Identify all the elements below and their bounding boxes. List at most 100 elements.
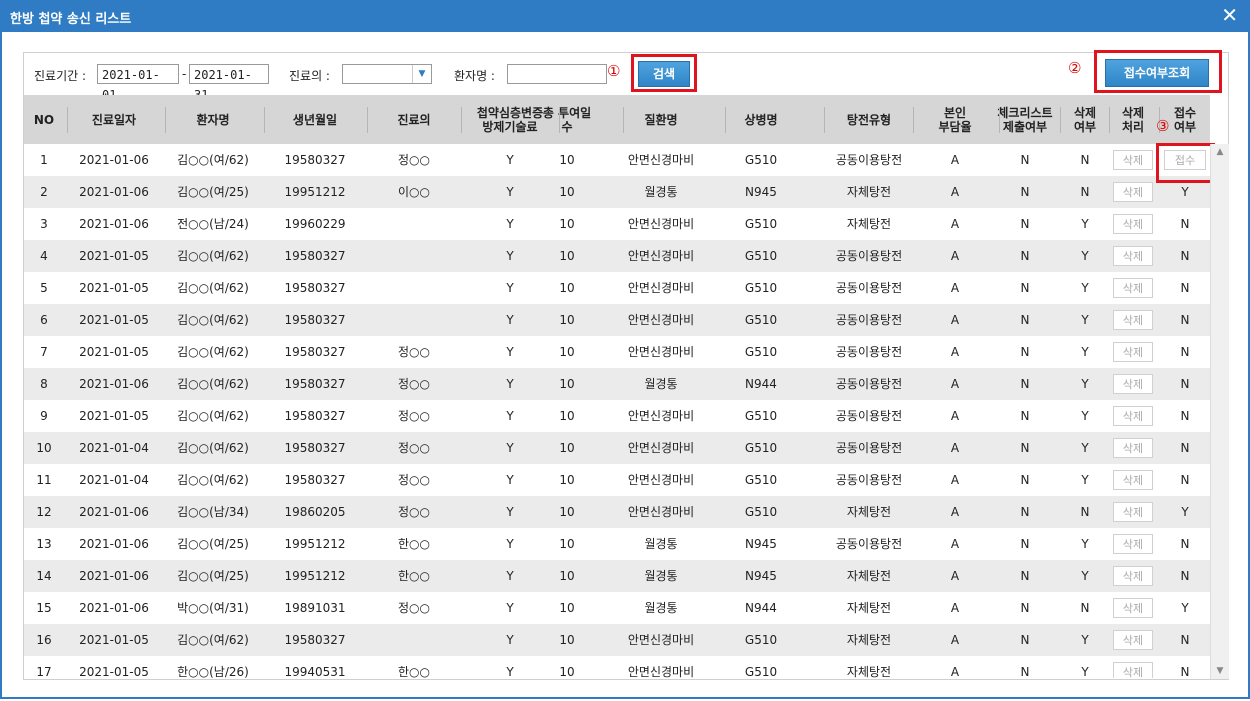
delete-button[interactable]: 삭제 [1113, 406, 1153, 426]
table-row[interactable]: 17 2021-01-05 한○○(남/26) 19940531 한○○ Y 10 안면신경마… [24, 656, 1210, 678]
table-row[interactable]: 16 2021-01-05 김○○(여/62) 19580327 Y 10 안면신경마비 G5… [24, 624, 1210, 656]
delete-button[interactable]: 삭제 [1113, 470, 1153, 490]
cell-check: N [1020, 601, 1030, 615]
cell-code: G510 [744, 313, 778, 327]
cell-name: 김○○(여/25) [177, 569, 249, 583]
delete-button[interactable]: 삭제 [1113, 374, 1153, 394]
cell-check: N [1020, 409, 1030, 423]
table-row[interactable]: 7 2021-01-05 김○○(여/62) 19580327 정○○ Y 10 안면신경마비… [24, 336, 1210, 368]
table-row[interactable]: 6 2021-01-05 김○○(여/62) 19580327 Y 10 안면신경마비 G51… [24, 304, 1210, 336]
delete-button[interactable]: 삭제 [1113, 598, 1153, 618]
cell-tech: Y [506, 537, 514, 551]
close-icon[interactable]: ✕ [1221, 4, 1238, 26]
cell-code: G510 [744, 409, 778, 423]
cell-no: 14 [36, 569, 52, 583]
cell-rate: A [950, 537, 960, 551]
delete-button[interactable]: 삭제 [1113, 438, 1153, 458]
cell-type: 공동이용탕전 [835, 281, 903, 295]
cell-receipt: N [1180, 281, 1190, 295]
cell-date: 2021-01-05 [79, 249, 149, 263]
cell-no: 6 [40, 313, 48, 327]
cell-disease: 안면신경마비 [627, 665, 695, 678]
delete-button[interactable]: 삭제 [1113, 214, 1153, 234]
cell-doctor [379, 304, 449, 336]
table-row[interactable]: 14 2021-01-06 김○○(여/25) 19951212 한○○ Y 10 월경통 N9… [24, 560, 1210, 592]
search-bar: 진료기간 : 2021-01-01 - 2021-01-31 진료의 : ▼ 환… [24, 50, 1228, 102]
cell-type: 자체탕전 [846, 569, 892, 583]
column-header-doctor: 진료의 [397, 112, 431, 127]
date-from-input[interactable]: 2021-01-01 [97, 64, 179, 102]
cell-check: N [1020, 569, 1030, 583]
cell-rate: A [950, 441, 960, 455]
cell-code: N945 [745, 537, 777, 551]
cell-del: Y [1081, 537, 1089, 551]
doctor-select[interactable]: ▼ [342, 64, 432, 84]
cell-doctor [379, 624, 449, 656]
cell-days: 10 [559, 633, 575, 647]
cell-check: N [1020, 249, 1030, 263]
cell-type: 공동이용탕전 [835, 537, 903, 551]
cell-name: 김○○(여/62) [177, 249, 249, 263]
cell-receipt: N [1180, 537, 1190, 551]
patient-name-input[interactable] [507, 64, 607, 84]
scroll-down-icon[interactable]: ▼ [1211, 663, 1229, 679]
table-row[interactable]: 13 2021-01-06 김○○(여/25) 19951212 한○○ Y 10 월경통 N9… [24, 528, 1210, 560]
cell-name: 김○○(여/62) [177, 345, 249, 359]
cell-rate: A [950, 313, 960, 327]
date-to-input[interactable]: 2021-01-31 [189, 64, 269, 102]
delete-button[interactable]: 삭제 [1113, 310, 1153, 330]
delete-button[interactable]: 삭제 [1113, 278, 1153, 298]
scroll-up-icon[interactable]: ▲ [1211, 144, 1229, 160]
cell-date: 2021-01-06 [79, 537, 149, 551]
cell-date: 2021-01-06 [79, 185, 149, 199]
table-row[interactable]: 3 2021-01-06 전○○(남/24) 19960229 Y 10 안면신경마비 G51… [24, 208, 1210, 240]
cell-type: 공동이용탕전 [835, 409, 903, 423]
search-button[interactable]: 검색 [638, 61, 690, 87]
column-header-del: 삭제 여부 [1073, 105, 1097, 134]
table-row[interactable]: 5 2021-01-05 김○○(여/62) 19580327 Y 10 안면신경마비 G51… [24, 272, 1210, 304]
chevron-down-icon[interactable]: ▼ [412, 65, 431, 83]
cell-del: Y [1081, 409, 1089, 423]
delete-button[interactable]: 삭제 [1113, 150, 1153, 170]
cell-doctor [379, 208, 449, 240]
column-divider [461, 107, 462, 133]
column-header-name: 환자명 [196, 112, 230, 127]
marker-2: ② [1068, 59, 1082, 77]
column-divider [264, 107, 265, 133]
table-row[interactable]: 15 2021-01-06 박○○(여/31) 19891031 정○○ Y 10 월경통 N9… [24, 592, 1210, 624]
receipt-status-button[interactable]: 접수여부조회 [1105, 59, 1209, 87]
cell-no: 5 [40, 281, 48, 295]
table-row[interactable]: 10 2021-01-04 김○○(여/62) 19580327 정○○ Y 10 안면신경마… [24, 432, 1210, 464]
delete-button[interactable]: 삭제 [1113, 630, 1153, 650]
cell-code: G510 [744, 473, 778, 487]
period-label: 진료기간 : [34, 69, 87, 83]
cell-type: 공동이용탕전 [835, 473, 903, 487]
delete-button[interactable]: 삭제 [1113, 502, 1153, 522]
cell-del: Y [1081, 281, 1089, 295]
table-row[interactable]: 2 2021-01-06 김○○(여/25) 19951212 이○○ Y 10 월경통 N94… [24, 176, 1210, 208]
table-row[interactable]: 12 2021-01-06 김○○(남/34) 19860205 정○○ Y 10 안면신경마… [24, 496, 1210, 528]
cell-disease: 월경통 [644, 569, 678, 583]
delete-button[interactable]: 삭제 [1113, 662, 1153, 678]
delete-button[interactable]: 삭제 [1113, 182, 1153, 202]
cell-receipt: N [1180, 217, 1190, 231]
cell-rate: A [950, 633, 960, 647]
delete-button[interactable]: 삭제 [1113, 566, 1153, 586]
cell-date: 2021-01-04 [79, 473, 149, 487]
table-row[interactable]: 8 2021-01-06 김○○(여/62) 19580327 정○○ Y 10 월경통 N94… [24, 368, 1210, 400]
cell-type: 공동이용탕전 [835, 377, 903, 391]
grid-header: NO 진료일자 환자명 생년월일 진료의 첩약심층변증 방제기술료 총 투여일수 질환명 상병명 탕… [24, 95, 1210, 144]
delete-button[interactable]: 삭제 [1113, 534, 1153, 554]
delete-button[interactable]: 삭제 [1113, 342, 1153, 362]
cell-birth: 19951212 [284, 185, 346, 199]
cell-birth: 19891031 [284, 601, 346, 615]
cell-disease: 안면신경마비 [627, 505, 695, 519]
table-row[interactable]: 1 2021-01-06 김○○(여/62) 19580327 정○○ Y 10 안면신경마비… [24, 144, 1210, 176]
vertical-scrollbar[interactable]: ▲ ▼ [1210, 144, 1229, 679]
table-row[interactable]: 9 2021-01-05 김○○(여/62) 19580327 정○○ Y 10 안면신경마비… [24, 400, 1210, 432]
cell-del: N [1080, 505, 1090, 519]
window-title: 한방 첩약 송신 리스트 [10, 12, 132, 27]
delete-button[interactable]: 삭제 [1113, 246, 1153, 266]
table-row[interactable]: 4 2021-01-05 김○○(여/62) 19580327 Y 10 안면신경마비 G51… [24, 240, 1210, 272]
table-row[interactable]: 11 2021-01-04 김○○(여/62) 19580327 정○○ Y 10 안면신경마… [24, 464, 1210, 496]
